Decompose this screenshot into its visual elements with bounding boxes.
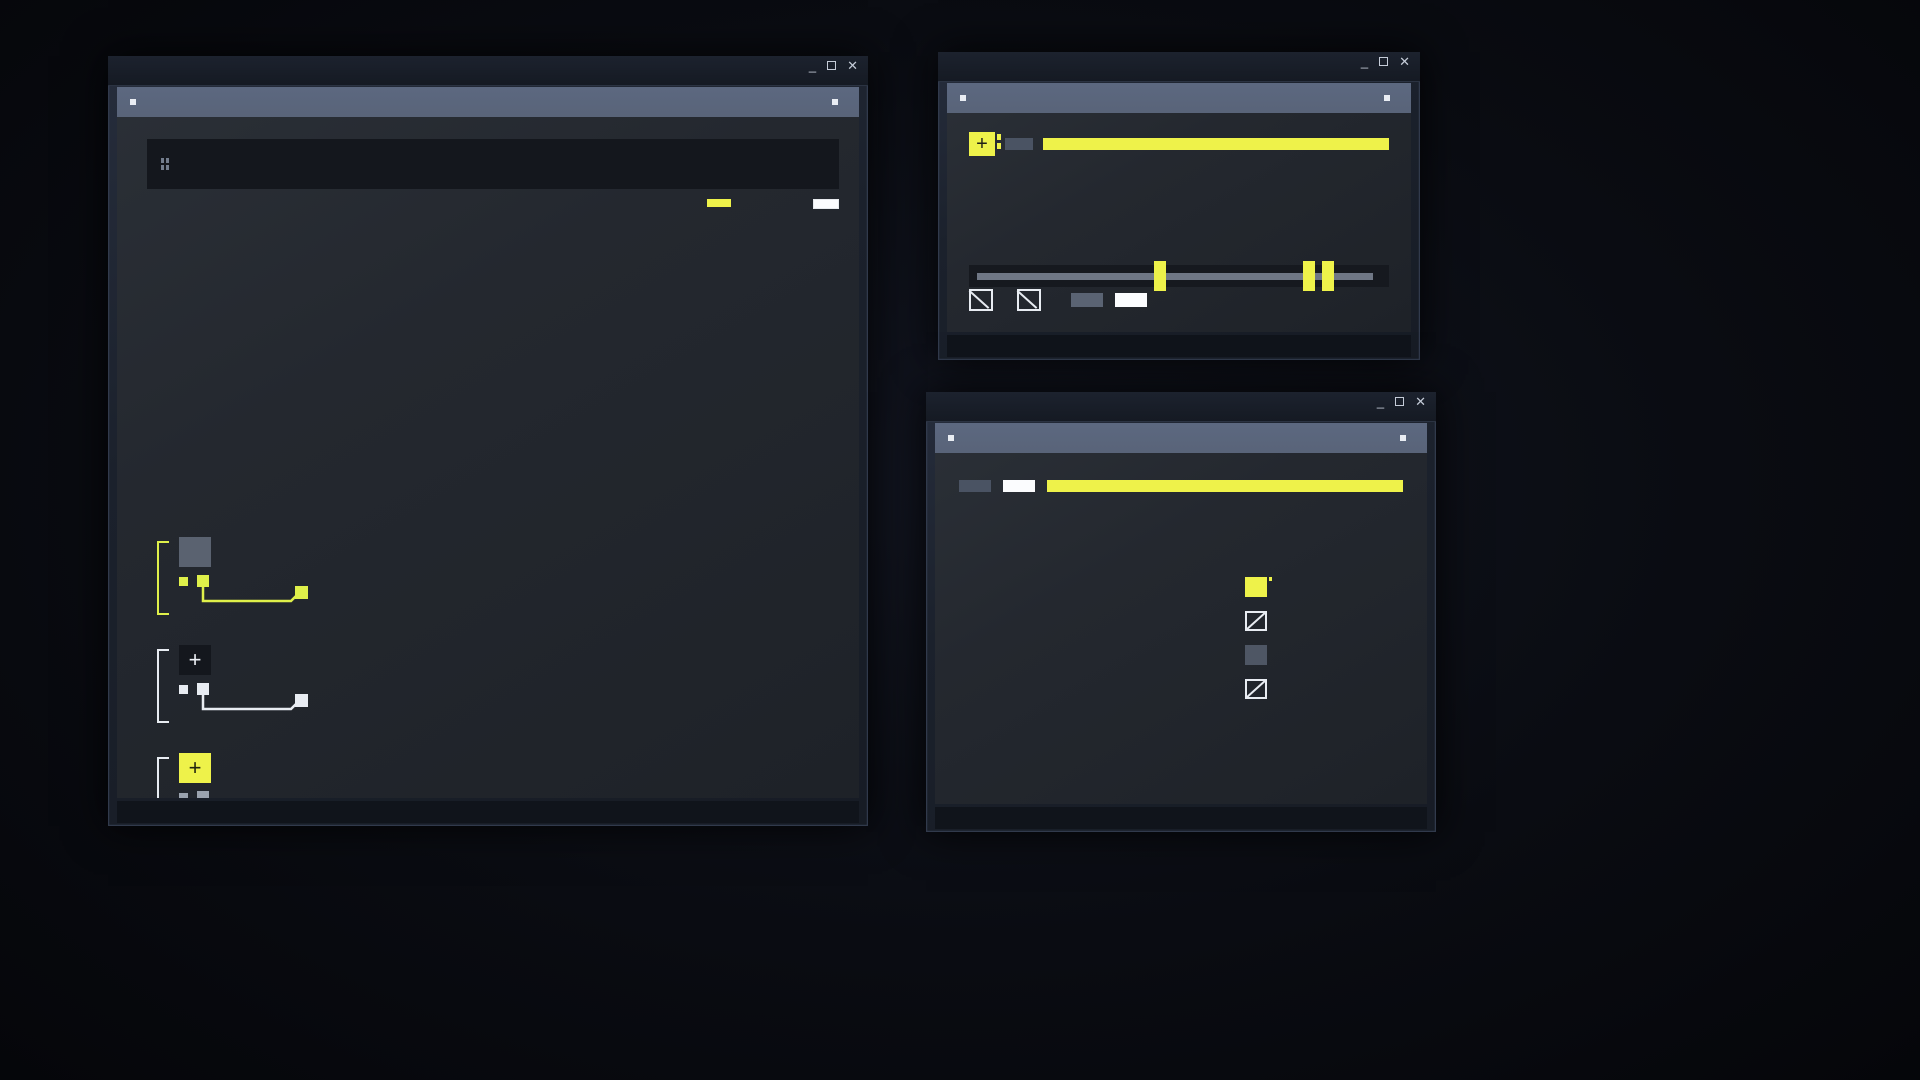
legend-row[interactable] [1245, 611, 1405, 631]
read-scan-button[interactable] [1071, 293, 1103, 307]
window-controls[interactable]: _ ✕ [809, 59, 858, 72]
sim-legend [1245, 563, 1405, 713]
window-core-status[interactable]: _ ✕ + + [108, 56, 868, 826]
trace-line [179, 575, 308, 603]
trace-line [179, 791, 209, 798]
diagonal-square-icon[interactable] [969, 289, 993, 311]
bullet-icon [130, 99, 136, 105]
trace-line [179, 683, 308, 711]
window-tabbar [947, 83, 1411, 113]
stat-card-1[interactable] [157, 537, 387, 621]
bullet-icon [948, 435, 954, 441]
chdk-body: + [947, 113, 1411, 332]
minimize-icon[interactable]: _ [1361, 55, 1368, 68]
grey-square-icon [1245, 645, 1267, 665]
close-icon[interactable]: ✕ [1415, 395, 1426, 408]
bullet-icon [832, 99, 838, 105]
maximize-icon[interactable] [1379, 57, 1389, 66]
chdk-toolbar: + [969, 131, 1389, 157]
window-tabbar [117, 87, 859, 117]
diagonal-dots-icon [1245, 679, 1267, 699]
plus-dark-icon: + [179, 645, 211, 675]
code-badge[interactable] [813, 199, 839, 209]
strlb-light-button[interactable] [1003, 480, 1035, 492]
grip-dots-icon [161, 158, 169, 170]
collider-footer [935, 807, 1427, 829]
chdk-connector-graphics [969, 183, 1407, 245]
collider-banner[interactable] [1047, 480, 1403, 492]
chdk-actions [969, 286, 1389, 314]
window-controls[interactable]: _ ✕ [1377, 395, 1426, 408]
maximize-icon[interactable] [827, 61, 837, 70]
plus-yellow-icon: + [179, 753, 211, 783]
tab-sd-run[interactable] [1400, 435, 1414, 441]
info-row [147, 199, 839, 221]
collider-radar-chart [951, 509, 1271, 804]
diagonal-square-icon[interactable] [1017, 289, 1041, 311]
maximize-icon[interactable] [1395, 397, 1405, 406]
stat-card-2[interactable]: + [157, 645, 387, 729]
page-title-bar [147, 139, 839, 189]
tab-r3-cell[interactable] [130, 99, 144, 105]
bullet-icon [960, 95, 966, 101]
bracket-icon [157, 541, 169, 615]
plus-yellow-icon[interactable]: + [969, 132, 1001, 156]
window-tabbar [935, 423, 1427, 453]
bullet-icon [1384, 95, 1390, 101]
tolerance-banner[interactable] [1043, 138, 1389, 150]
tab-r05-code[interactable] [1384, 95, 1398, 101]
window-collider-sim[interactable]: _ ✕ [926, 392, 1436, 832]
legend-row[interactable] [1245, 679, 1405, 699]
source-auto-button[interactable] [1115, 293, 1147, 307]
collider-body [935, 453, 1427, 804]
window-topbar: _ ✕ [926, 392, 1436, 422]
chdk-footer [947, 335, 1411, 357]
configure-button[interactable] [1005, 138, 1033, 150]
stat-card-3[interactable]: + [157, 753, 387, 798]
close-icon[interactable]: ✕ [1399, 55, 1410, 68]
tab-core-sys-log[interactable] [832, 99, 846, 105]
bracket-icon [157, 649, 169, 723]
bullet-icon [1400, 435, 1406, 441]
main-body: + + [117, 117, 859, 798]
tab-sys-chdk[interactable] [960, 95, 974, 101]
stat-cards: + + [157, 537, 387, 798]
bracket-icon [157, 757, 169, 798]
main-footer [117, 801, 859, 823]
minimize-icon[interactable]: _ [1377, 395, 1384, 408]
diagonal-square-icon [1245, 611, 1267, 631]
minimize-icon[interactable]: _ [809, 59, 816, 72]
filled-square-icon [1245, 577, 1272, 597]
status-log-badge[interactable] [707, 199, 731, 207]
window-topbar: _ ✕ [108, 56, 868, 86]
tab-collider-sim[interactable] [948, 435, 962, 441]
grey-square-icon [179, 537, 211, 567]
legend-row[interactable] [1245, 645, 1405, 665]
window-controls[interactable]: _ ✕ [1361, 55, 1410, 68]
window-sys-chdk[interactable]: _ ✕ + [938, 52, 1420, 360]
close-icon[interactable]: ✕ [847, 59, 858, 72]
window-topbar: _ ✕ [938, 52, 1420, 82]
legend-row[interactable] [1245, 577, 1405, 597]
strlb-dark-button[interactable] [959, 480, 991, 492]
collider-toolbar [959, 473, 1403, 499]
